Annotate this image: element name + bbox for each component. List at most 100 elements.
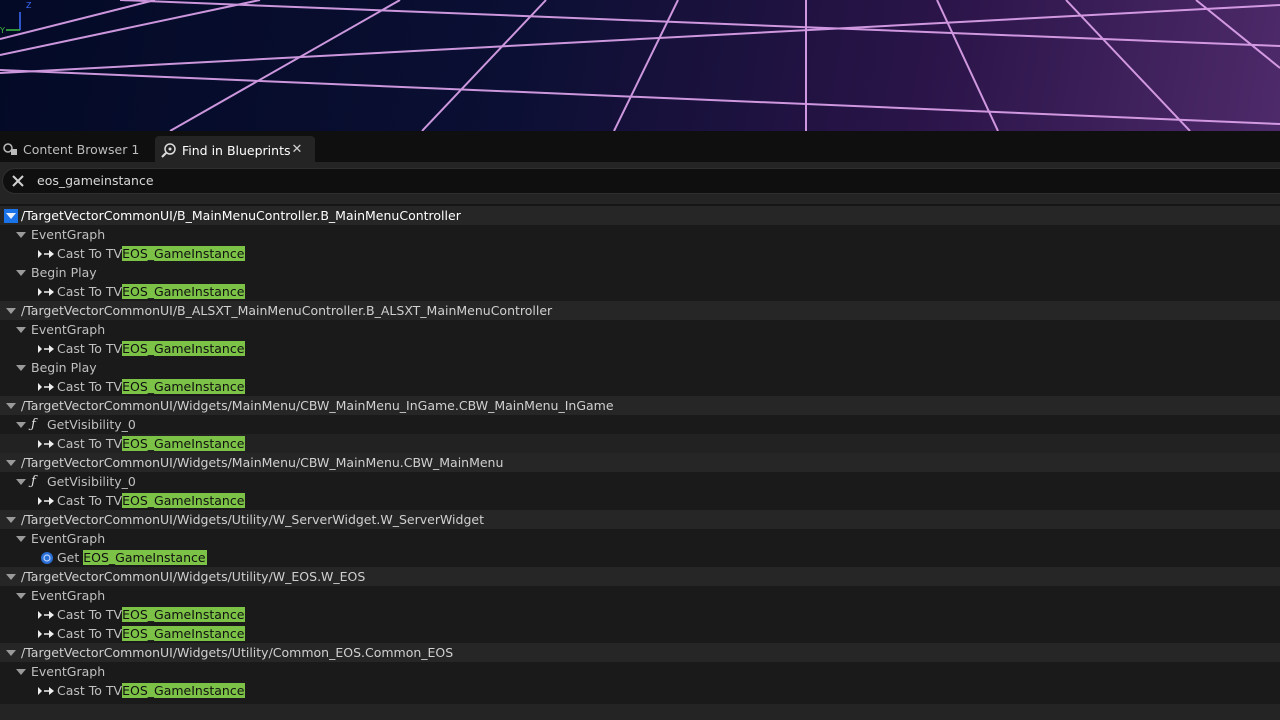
function-icon: ƒ [31,474,36,489]
tab-label: Content Browser 1 [23,141,140,157]
collapse-arrow-icon[interactable] [14,266,28,280]
clear-search-icon[interactable] [9,172,27,190]
svg-text:Y: Y [0,26,5,35]
cast-node-icon [38,437,55,451]
node-prefix: Cast To TV [57,341,123,356]
result-node-row[interactable]: Get EOS_GameInstance [0,548,1280,567]
result-graph-row[interactable]: Begin Play [0,263,1280,282]
match-highlight: EOS_GameInstance [122,607,246,622]
node-prefix: Cast To TV [57,436,123,451]
graph-name: EventGraph [31,531,106,546]
graph-name: EventGraph [31,664,106,679]
viewport-grid [0,0,1280,131]
tab-find-in-blueprints[interactable]: Find in Blueprints ✕ [155,136,315,162]
variable-node-icon [38,551,55,565]
search-bar: eos_gameinstance [0,162,1280,204]
blueprint-path: /TargetVectorCommonUI/Widgets/MainMenu/C… [21,398,614,413]
collapse-arrow-icon[interactable] [4,304,18,318]
cast-node-icon [38,380,55,394]
match-highlight: EOS_GameInstance [122,626,246,641]
result-blueprint-row[interactable]: /TargetVectorCommonUI/B_MainMenuControll… [0,206,1280,225]
result-function-row[interactable]: ƒ GetVisibility_0 [0,472,1280,491]
match-highlight: EOS_GameInstance [83,550,207,565]
collapse-arrow-icon[interactable] [14,532,28,546]
blueprint-path: /TargetVectorCommonUI/Widgets/Utility/Co… [21,645,454,660]
blueprint-path: /TargetVectorCommonUI/B_MainMenuControll… [21,208,461,223]
match-highlight: EOS_GameInstance [122,683,246,698]
result-blueprint-row[interactable]: /TargetVectorCommonUI/B_ALSXT_MainMenuCo… [0,301,1280,320]
cast-node-icon [38,342,55,356]
cast-node-icon [38,608,55,622]
node-prefix: Cast To TV [57,379,123,394]
function-name: GetVisibility_0 [47,474,136,489]
match-highlight: EOS_GameInstance [122,379,246,394]
function-icon: ƒ [31,417,36,432]
match-highlight: EOS_GameInstance [122,436,246,451]
result-node-row[interactable]: Cast To TV EOS_GameInstance [0,282,1280,301]
collapse-arrow-icon[interactable] [4,399,18,413]
result-function-row[interactable]: ƒ GetVisibility_0 [0,415,1280,434]
tab-content-browser[interactable]: Content Browser 1 [0,136,152,162]
result-blueprint-row[interactable]: /TargetVectorCommonUI/Widgets/MainMenu/C… [0,453,1280,472]
node-prefix: Cast To TV [57,246,123,261]
results-tree[interactable]: /TargetVectorCommonUI/B_MainMenuControll… [0,206,1280,704]
match-highlight: EOS_GameInstance [122,284,246,299]
find-blueprints-icon [161,142,177,158]
result-node-row[interactable]: Cast To TV EOS_GameInstance [0,377,1280,396]
search-input[interactable]: eos_gameinstance [2,168,1280,194]
cast-node-icon [38,684,55,698]
result-blueprint-row[interactable]: /TargetVectorCommonUI/Widgets/Utility/W_… [0,510,1280,529]
result-node-row[interactable]: Cast To TV EOS_GameInstance [0,434,1280,453]
blueprint-path: /TargetVectorCommonUI/Widgets/MainMenu/C… [21,455,504,470]
result-graph-row[interactable]: EventGraph [0,529,1280,548]
result-node-row[interactable]: Cast To TV EOS_GameInstance [0,491,1280,510]
tab-bar: Content Browser 1 Find in Blueprints ✕ [0,131,1280,162]
match-highlight: EOS_GameInstance [122,341,246,356]
match-highlight: EOS_GameInstance [122,246,246,261]
axis-gizmo-icon: Y Z [0,1,32,35]
result-node-row[interactable]: Cast To TV EOS_GameInstance [0,624,1280,643]
result-graph-row[interactable]: EventGraph [0,662,1280,681]
result-node-row[interactable]: Cast To TV EOS_GameInstance [0,244,1280,263]
node-prefix: Cast To TV [57,493,123,508]
result-node-row[interactable]: Cast To TV EOS_GameInstance [0,681,1280,700]
result-graph-row[interactable]: EventGraph [0,225,1280,244]
collapse-arrow-icon[interactable] [14,323,28,337]
collapse-arrow-icon[interactable] [14,228,28,242]
cast-node-icon [38,285,55,299]
close-icon[interactable]: ✕ [291,142,303,157]
result-graph-row[interactable]: EventGraph [0,586,1280,605]
cast-node-icon [38,494,55,508]
graph-name: EventGraph [31,588,106,603]
collapse-arrow-icon[interactable] [14,418,28,432]
blueprint-path: /TargetVectorCommonUI/Widgets/Utility/W_… [21,512,484,527]
collapse-arrow-icon[interactable] [4,208,18,223]
collapse-arrow-icon[interactable] [4,513,18,527]
result-blueprint-row[interactable]: /TargetVectorCommonUI/Widgets/Utility/W_… [0,567,1280,586]
content-browser-icon [2,141,18,157]
graph-name: EventGraph [31,227,106,242]
match-highlight: EOS_GameInstance [122,493,246,508]
function-name: GetVisibility_0 [47,417,136,432]
graph-name: EventGraph [31,322,106,337]
collapse-arrow-icon[interactable] [14,665,28,679]
tab-label: Find in Blueprints [182,142,291,158]
result-node-row[interactable]: Cast To TV EOS_GameInstance [0,339,1280,358]
result-node-row[interactable]: Cast To TV EOS_GameInstance [0,605,1280,624]
result-blueprint-row[interactable]: /TargetVectorCommonUI/Widgets/Utility/Co… [0,643,1280,662]
collapse-arrow-icon[interactable] [14,589,28,603]
collapse-arrow-icon[interactable] [4,646,18,660]
collapse-arrow-icon[interactable] [4,570,18,584]
collapse-arrow-icon[interactable] [4,456,18,470]
result-graph-row[interactable]: Begin Play [0,358,1280,377]
node-prefix: Cast To TV [57,284,123,299]
result-blueprint-row[interactable]: /TargetVectorCommonUI/Widgets/MainMenu/C… [0,396,1280,415]
graph-name: Begin Play [31,265,97,280]
node-prefix: Cast To TV [57,607,123,622]
graph-name: Begin Play [31,360,97,375]
level-viewport[interactable]: Y Z [0,0,1280,131]
collapse-arrow-icon[interactable] [14,475,28,489]
status-bar [0,704,1280,720]
result-graph-row[interactable]: EventGraph [0,320,1280,339]
collapse-arrow-icon[interactable] [14,361,28,375]
